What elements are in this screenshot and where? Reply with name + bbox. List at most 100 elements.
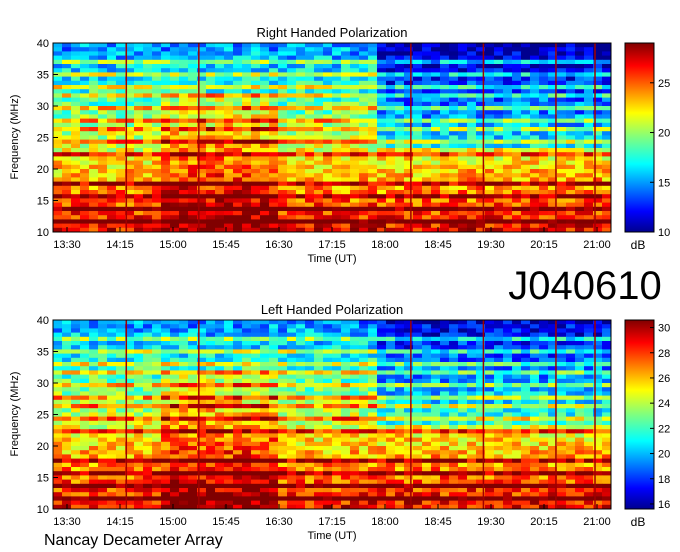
heatmap-cell — [80, 420, 90, 426]
heatmap-cell — [170, 190, 180, 195]
colorbar-tick-label: 10 — [658, 227, 670, 239]
heatmap-cell — [152, 450, 162, 455]
heatmap-cell — [224, 47, 234, 52]
heatmap-cell — [62, 416, 72, 422]
heatmap-cell — [170, 215, 180, 220]
heatmap-cell — [188, 336, 198, 342]
heatmap-cell — [341, 370, 351, 375]
heatmap-cell — [314, 370, 324, 375]
heatmap-cell — [98, 76, 108, 82]
heatmap-cell — [98, 378, 108, 384]
heatmap-cell — [512, 387, 522, 392]
heatmap-cell — [404, 336, 414, 342]
heatmap-cell — [296, 43, 306, 48]
heatmap-cell — [494, 156, 504, 161]
heatmap-cell — [413, 357, 423, 363]
heatmap-cell — [314, 135, 324, 140]
heatmap-cell — [431, 202, 441, 208]
heatmap-cell — [602, 93, 612, 98]
heatmap-cell — [467, 391, 477, 396]
heatmap-cell — [530, 143, 540, 149]
heatmap-cell — [188, 416, 198, 422]
heatmap-cell — [143, 332, 153, 338]
heatmap-cell — [296, 181, 306, 187]
heatmap-cell — [152, 420, 162, 426]
heatmap-cell — [179, 458, 189, 464]
heatmap-cell — [80, 219, 90, 224]
heatmap-cell — [296, 219, 306, 224]
heatmap-cell — [53, 328, 63, 333]
heatmap-cell — [449, 336, 459, 342]
heatmap-cell — [143, 353, 153, 359]
heatmap-cell — [323, 404, 333, 409]
heatmap-cell — [161, 89, 171, 94]
heatmap-cell — [386, 55, 396, 61]
heatmap-cell — [89, 106, 99, 111]
heatmap-cell — [98, 437, 108, 443]
heatmap-cell — [422, 89, 432, 94]
heatmap-cell — [377, 206, 387, 212]
heatmap-cell — [431, 219, 441, 224]
heatmap-cell — [305, 211, 315, 216]
heatmap-cell — [539, 454, 549, 459]
heatmap-cell — [188, 164, 198, 170]
heatmap-cell — [62, 143, 72, 149]
heatmap-cell — [332, 198, 342, 203]
heatmap-cell — [521, 160, 531, 166]
heatmap-cell — [386, 89, 396, 94]
heatmap-cell — [134, 76, 144, 82]
heatmap-cell — [260, 353, 270, 359]
heatmap-cell — [71, 190, 81, 195]
heatmap-cell — [440, 89, 450, 94]
heatmap-cell — [287, 328, 297, 333]
heatmap-cell — [485, 429, 495, 434]
heatmap-cell — [116, 223, 126, 229]
heatmap-cell — [404, 454, 414, 459]
heatmap-cell — [386, 408, 396, 413]
heatmap-cell — [260, 118, 270, 124]
heatmap-cell — [287, 106, 297, 111]
heatmap-cell — [260, 101, 270, 107]
heatmap-cell — [242, 202, 252, 208]
heatmap-cell — [458, 51, 468, 56]
heatmap-cell — [368, 404, 378, 409]
heatmap-cell — [206, 332, 216, 338]
heatmap-cell — [206, 127, 216, 132]
heatmap-cell — [386, 206, 396, 212]
heatmap-cell — [413, 336, 423, 342]
heatmap-cell — [602, 433, 612, 438]
heatmap-cell — [107, 420, 117, 426]
heatmap-cell — [98, 395, 108, 401]
heatmap-cell — [143, 190, 153, 195]
heatmap-cell — [242, 349, 252, 354]
heatmap-cell — [287, 135, 297, 140]
heatmap-cell — [269, 320, 279, 325]
heatmap-cell — [206, 328, 216, 333]
heatmap-cell — [305, 80, 315, 86]
heatmap-cell — [98, 450, 108, 455]
heatmap-cell — [395, 185, 405, 191]
heatmap-cell — [305, 131, 315, 136]
heatmap-cell — [251, 72, 261, 77]
heatmap-cell — [602, 85, 612, 90]
heatmap-cell — [242, 462, 252, 468]
heatmap-cell — [449, 68, 459, 73]
heatmap-cell — [566, 446, 576, 451]
heatmap-cell — [485, 408, 495, 413]
heatmap-cell — [62, 173, 72, 178]
heatmap-cell — [107, 47, 117, 52]
heatmap-cell — [341, 429, 351, 434]
heatmap-cell — [512, 370, 522, 375]
heatmap-cell — [368, 194, 378, 199]
x-tick-label: 17:15 — [318, 239, 346, 251]
heatmap-cell — [377, 89, 387, 94]
heatmap-cell — [530, 131, 540, 136]
heatmap-cell — [341, 68, 351, 73]
heatmap-cell — [458, 55, 468, 61]
heatmap-cell — [215, 93, 225, 98]
heatmap-cell — [359, 345, 369, 350]
heatmap-cell — [404, 420, 414, 426]
heatmap-cell — [494, 143, 504, 149]
heatmap-cell — [458, 68, 468, 73]
heatmap-cell — [404, 366, 414, 371]
